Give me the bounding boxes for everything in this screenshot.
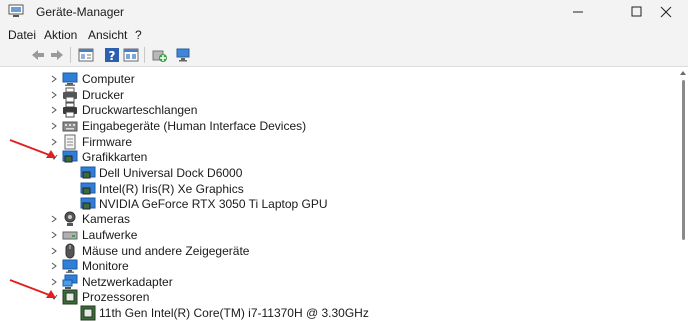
- computer-icon: [62, 72, 78, 86]
- processor-icon: [80, 305, 96, 321]
- tree-label: Computer: [82, 72, 135, 86]
- tree-label: Prozessoren: [82, 290, 150, 304]
- chevron-right-icon[interactable]: [49, 119, 59, 133]
- tree-label: Kameras: [82, 212, 131, 226]
- chevron-right-icon[interactable]: [49, 259, 59, 273]
- close-icon: [660, 6, 672, 18]
- monitor-icon: [62, 259, 78, 273]
- device-tree: Computer Drucker Druckwarteschlangen Ein…: [0, 67, 676, 321]
- camera-icon: [64, 211, 76, 226]
- tree-node-printers[interactable]: Drucker: [0, 87, 676, 103]
- keyboard-icon: [62, 121, 78, 132]
- tree-node-display-adapters[interactable]: Grafikkarten: [0, 149, 676, 165]
- toolbar: ?: [0, 44, 688, 67]
- toolbar-separator: [70, 47, 71, 63]
- tree-label: Grafikkarten: [82, 150, 148, 164]
- display-adapter-icon: [80, 166, 96, 179]
- chevron-right-icon[interactable]: [49, 88, 59, 102]
- scan-hardware-icon[interactable]: [176, 47, 192, 63]
- menu-ansicht[interactable]: Ansicht: [88, 28, 127, 42]
- tree-label: Druckwarteschlangen: [82, 103, 198, 117]
- minimize-button[interactable]: [556, 0, 600, 24]
- update-driver-icon[interactable]: [151, 47, 167, 63]
- window-title: Geräte-Manager: [36, 5, 125, 19]
- view-icon[interactable]: [123, 47, 139, 63]
- tree-leaf-display-adapter[interactable]: Dell Universal Dock D6000: [0, 165, 676, 181]
- display-adapter-icon: [80, 182, 96, 195]
- scrollbar-thumb[interactable]: [682, 80, 685, 240]
- tree-leaf-display-adapter[interactable]: Intel(R) Iris(R) Xe Graphics: [0, 181, 676, 197]
- tree-node-computer[interactable]: Computer: [0, 71, 676, 87]
- close-button[interactable]: [644, 0, 688, 24]
- menu-aktion[interactable]: Aktion: [44, 28, 77, 42]
- tree-leaf-processor[interactable]: 11th Gen Intel(R) Core(TM) i7-11370H @ 3…: [0, 305, 676, 321]
- annotation-arrow-icon: [9, 279, 56, 298]
- tree-label: Firmware: [82, 135, 132, 149]
- tree-label: Laufwerke: [82, 228, 138, 242]
- tree-label: Mäuse und andere Zeigegeräte: [82, 244, 250, 258]
- svg-text:?: ?: [109, 49, 116, 63]
- chevron-right-icon[interactable]: [49, 228, 59, 242]
- title-bar: Geräte-Manager: [0, 0, 688, 24]
- tree-node-processors[interactable]: Prozessoren: [0, 289, 676, 305]
- annotation-arrow-icon: [9, 139, 56, 158]
- properties-icon[interactable]: [78, 47, 94, 63]
- drive-icon: [62, 231, 78, 240]
- tree-node-network-adapters[interactable]: Netzwerkadapter: [0, 274, 676, 290]
- tree-node-drives[interactable]: Laufwerke: [0, 227, 676, 243]
- tree-label: 11th Gen Intel(R) Core(TM) i7-11370H @ 3…: [99, 306, 369, 320]
- tree-label: Drucker: [82, 88, 125, 102]
- mouse-icon: [65, 243, 75, 259]
- back-icon[interactable]: [30, 47, 46, 63]
- chevron-right-icon[interactable]: [49, 244, 59, 258]
- tree-label: NVIDIA GeForce RTX 3050 Ti Laptop GPU: [99, 197, 328, 211]
- tree-node-monitors[interactable]: Monitore: [0, 258, 676, 274]
- menu-datei[interactable]: Datei: [8, 28, 36, 42]
- tree-label: Dell Universal Dock D6000: [99, 166, 243, 180]
- network-adapter-icon: [62, 274, 78, 289]
- chevron-right-icon[interactable]: [49, 72, 59, 86]
- minimize-icon: [573, 11, 583, 13]
- display-adapter-icon: [80, 197, 96, 210]
- tree-label: Intel(R) Iris(R) Xe Graphics: [99, 182, 244, 196]
- tree-leaf-display-adapter[interactable]: NVIDIA GeForce RTX 3050 Ti Laptop GPU: [0, 196, 676, 212]
- tree-label: Eingabegeräte (Human Interface Devices): [82, 119, 307, 133]
- tree-node-print-queues[interactable]: Druckwarteschlangen: [0, 102, 676, 118]
- chevron-right-icon[interactable]: [49, 103, 59, 117]
- tree-node-hid[interactable]: Eingabegeräte (Human Interface Devices): [0, 118, 676, 134]
- tree-node-firmware[interactable]: Firmware: [0, 134, 676, 150]
- menu-bar: Datei Aktion Ansicht ?: [0, 24, 688, 44]
- firmware-icon: [64, 134, 76, 150]
- forward-icon[interactable]: [49, 47, 65, 63]
- print-queue-icon: [63, 102, 77, 118]
- tree-node-mice[interactable]: Mäuse und andere Zeigegeräte: [0, 243, 676, 259]
- scroll-up-icon[interactable]: [680, 70, 686, 76]
- display-adapter-icon: [62, 150, 78, 163]
- chevron-right-icon[interactable]: [49, 212, 59, 226]
- tree-node-cameras[interactable]: Kameras: [0, 211, 676, 227]
- device-manager-app-icon: [8, 4, 24, 17]
- tree-label: Netzwerkadapter: [82, 275, 173, 289]
- printer-icon: [63, 87, 77, 103]
- processor-icon: [62, 289, 78, 305]
- toolbar-separator: [144, 47, 145, 63]
- menu-help[interactable]: ?: [135, 28, 142, 42]
- tree-label: Monitore: [82, 259, 129, 273]
- help-icon[interactable]: ?: [104, 47, 120, 63]
